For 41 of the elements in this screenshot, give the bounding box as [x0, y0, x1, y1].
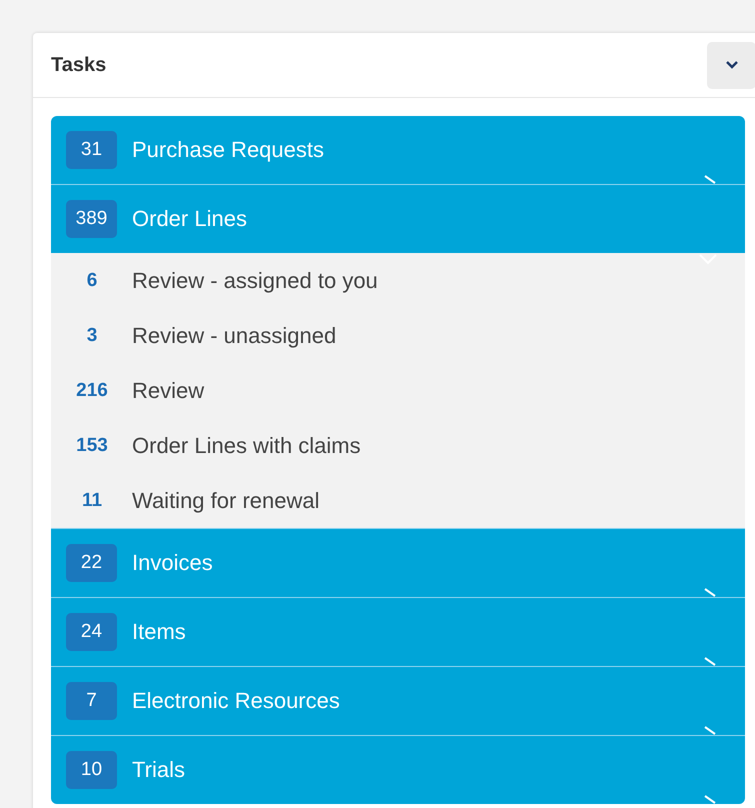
task-group-header[interactable]: 31 Purchase Requests [51, 116, 745, 184]
group-label: Electronic Resources [132, 688, 340, 714]
task-item[interactable]: 3 Review - unassigned [51, 308, 745, 363]
chevron-icon [704, 657, 716, 666]
task-item[interactable]: 216 Review [51, 363, 745, 418]
chevron-icon [704, 175, 716, 184]
task-item[interactable]: 6 Review - assigned to you [51, 253, 745, 308]
task-label: Waiting for renewal [132, 488, 320, 514]
count-badge: 389 [66, 200, 117, 238]
task-count: 6 [86, 270, 98, 292]
task-group-header[interactable]: 22 Invoices [51, 528, 745, 597]
count-badge: 22 [66, 544, 117, 582]
group-label: Order Lines [132, 206, 247, 232]
task-label: Review [132, 378, 204, 404]
task-item[interactable]: 153 Order Lines with claims [51, 418, 745, 473]
group-label: Invoices [132, 550, 213, 576]
group-label: Trials [132, 757, 185, 783]
count-badge: 7 [66, 682, 117, 720]
task-count: 216 [75, 380, 109, 402]
chevron-icon [704, 795, 716, 804]
chevron-down-icon [698, 253, 718, 265]
task-label: Review - unassigned [132, 322, 336, 348]
count-badge: 31 [66, 131, 117, 169]
chevron-icon [704, 726, 716, 735]
task-label: Order Lines with claims [132, 432, 361, 458]
task-group-header[interactable]: 24 Items [51, 597, 745, 666]
task-group-header[interactable]: 10 Trials [51, 735, 745, 804]
count-badge: 10 [66, 751, 117, 789]
panel-title: Tasks [51, 54, 106, 76]
task-item[interactable]: 11 Waiting for renewal [51, 473, 745, 528]
chevron-icon [704, 588, 716, 597]
task-count: 3 [86, 324, 98, 346]
task-group-header[interactable]: 7 Electronic Resources [51, 666, 745, 735]
chevron-down-icon [724, 60, 738, 70]
group-label: Purchase Requests [132, 137, 324, 163]
task-label: Review - assigned to you [132, 268, 378, 294]
task-count: 11 [80, 490, 104, 512]
count-badge: 24 [66, 613, 117, 651]
group-label: Items [132, 619, 186, 645]
task-count: 153 [75, 434, 109, 456]
collapse-button[interactable] [707, 42, 755, 88]
